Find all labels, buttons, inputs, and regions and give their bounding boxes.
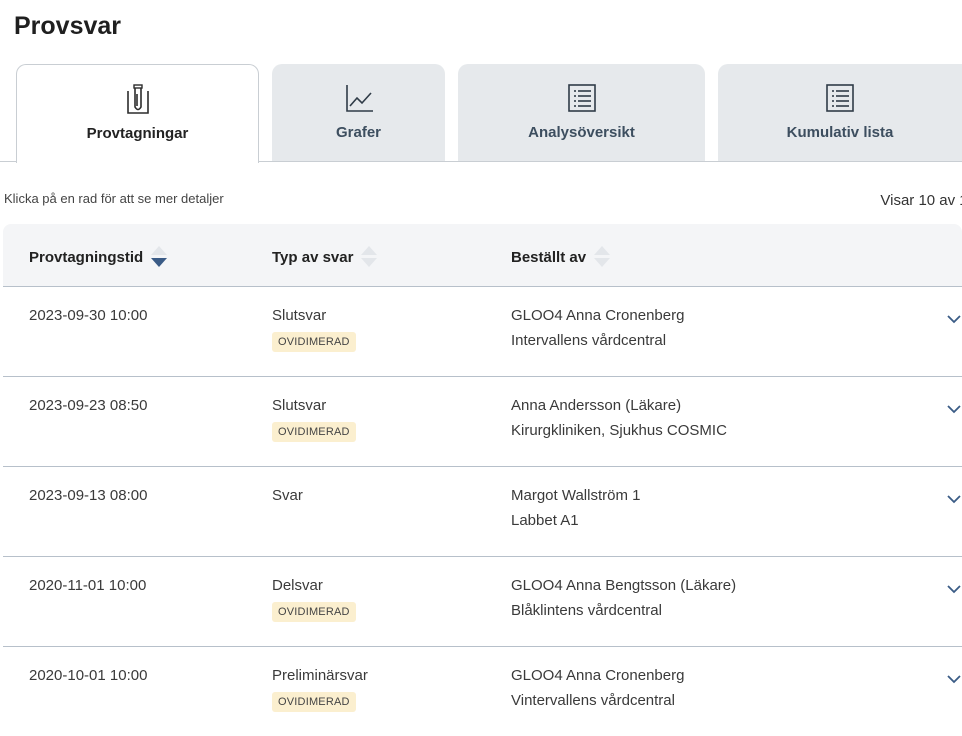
result-count: Visar 10 av 18 bbox=[880, 192, 962, 209]
answer-type-cell: Delsvar OVIDIMERAD bbox=[272, 577, 356, 622]
tab-provtagningar[interactable]: Provtagningar bbox=[16, 64, 259, 163]
answer-type-cell: Slutsvar OVIDIMERAD bbox=[272, 397, 356, 442]
sort-icon bbox=[594, 246, 611, 268]
sort-descending-icon bbox=[151, 246, 168, 268]
list-icon bbox=[826, 84, 854, 112]
chevron-down-icon[interactable] bbox=[946, 583, 962, 595]
tab-label: Provtagningar bbox=[86, 125, 189, 142]
header-label: Beställt av bbox=[511, 248, 587, 266]
status-badge: OVIDIMERAD bbox=[272, 602, 356, 622]
results-table: Provtagningstid Typ av svar Beställt av … bbox=[3, 224, 962, 736]
header-provtagningstid[interactable]: Provtagningstid bbox=[29, 246, 168, 268]
line-chart-icon bbox=[345, 85, 373, 112]
tab-label: Analysöversikt bbox=[528, 124, 635, 141]
status-badge: OVIDIMERAD bbox=[272, 692, 356, 712]
orderer-cell: GLOO4 Anna Cronenberg Vintervallens vård… bbox=[511, 667, 684, 709]
orderer-cell: GLOO4 Anna Cronenberg Intervallens vårdc… bbox=[511, 307, 684, 349]
orderer-unit: Blåklintens vårdcentral bbox=[511, 602, 662, 619]
chevron-down-icon[interactable] bbox=[946, 403, 962, 415]
sample-time: 2023-09-23 08:50 bbox=[29, 397, 148, 414]
orderer-cell: GLOO4 Anna Bengtsson (Läkare) Blåklinten… bbox=[511, 577, 736, 619]
tab-bar: Provtagningar Grafer Analysöversikt Kumu… bbox=[0, 64, 962, 163]
table-row[interactable]: 2020-10-01 10:00 Preliminärsvar OVIDIMER… bbox=[3, 647, 962, 736]
orderer-unit: Labbet A1 bbox=[511, 512, 579, 529]
orderer-name: GLOO4 Anna Bengtsson (Läkare) bbox=[511, 577, 737, 594]
tab-label: Grafer bbox=[335, 124, 382, 141]
answer-type: Slutsvar bbox=[272, 397, 327, 414]
table-row[interactable]: 2020-11-01 10:00 Delsvar OVIDIMERAD GLOO… bbox=[3, 557, 962, 647]
header-label: Provtagningstid bbox=[29, 248, 144, 266]
orderer-unit: Kirurgkliniken, Sjukhus COSMIC bbox=[511, 422, 727, 439]
sample-time: 2020-11-01 10:00 bbox=[29, 577, 147, 594]
tab-grafer[interactable]: Grafer bbox=[272, 64, 445, 161]
orderer-name: GLOO4 Anna Cronenberg bbox=[511, 307, 685, 324]
answer-type: Preliminärsvar bbox=[272, 667, 368, 684]
answer-type-cell: Svar bbox=[272, 487, 303, 504]
orderer-name: GLOO4 Anna Cronenberg bbox=[511, 667, 685, 684]
tab-analysoversikt[interactable]: Analysöversikt bbox=[458, 64, 705, 161]
sample-time: 2020-10-01 10:00 bbox=[29, 667, 148, 684]
orderer-unit: Vintervallens vårdcentral bbox=[511, 692, 675, 709]
chevron-down-icon[interactable] bbox=[946, 493, 962, 505]
header-bestallt-av[interactable]: Beställt av bbox=[511, 246, 611, 268]
sample-time: 2023-09-30 10:00 bbox=[29, 307, 148, 324]
tab-label: Kumulativ lista bbox=[786, 124, 894, 141]
table-row[interactable]: 2023-09-30 10:00 Slutsvar OVIDIMERAD GLO… bbox=[3, 287, 962, 377]
orderer-name: Anna Andersson (Läkare) bbox=[511, 397, 682, 414]
status-badge: OVIDIMERAD bbox=[272, 332, 356, 352]
table-row[interactable]: 2023-09-23 08:50 Slutsvar OVIDIMERAD Ann… bbox=[3, 377, 962, 467]
sort-icon bbox=[361, 246, 378, 268]
orderer-name: Margot Wallström 1 bbox=[511, 487, 641, 504]
chevron-down-icon[interactable] bbox=[946, 673, 962, 685]
test-tube-icon bbox=[126, 84, 149, 114]
orderer-cell: Margot Wallström 1 Labbet A1 bbox=[511, 487, 640, 529]
table-header: Provtagningstid Typ av svar Beställt av bbox=[3, 224, 962, 287]
list-icon bbox=[567, 84, 596, 112]
orderer-unit: Intervallens vårdcentral bbox=[511, 332, 667, 349]
table-row[interactable]: 2023-09-13 08:00 Svar Margot Wallström 1… bbox=[3, 467, 962, 557]
chevron-down-icon[interactable] bbox=[946, 313, 962, 325]
answer-type: Slutsvar bbox=[272, 307, 327, 324]
instruction-text: Klicka på en rad för att se mer detaljer bbox=[4, 191, 224, 206]
answer-type: Svar bbox=[272, 487, 303, 504]
sample-time: 2023-09-13 08:00 bbox=[29, 487, 148, 504]
orderer-cell: Anna Andersson (Läkare) Kirurgkliniken, … bbox=[511, 397, 727, 439]
answer-type-cell: Slutsvar OVIDIMERAD bbox=[272, 307, 356, 352]
status-badge: OVIDIMERAD bbox=[272, 422, 356, 442]
header-typ-av-svar[interactable]: Typ av svar bbox=[272, 246, 378, 268]
answer-type: Delsvar bbox=[272, 577, 323, 594]
answer-type-cell: Preliminärsvar OVIDIMERAD bbox=[272, 667, 368, 712]
tab-kumulativ-lista[interactable]: Kumulativ lista bbox=[718, 64, 962, 161]
page-title: Provsvar bbox=[14, 12, 122, 40]
header-label: Typ av svar bbox=[272, 248, 354, 266]
